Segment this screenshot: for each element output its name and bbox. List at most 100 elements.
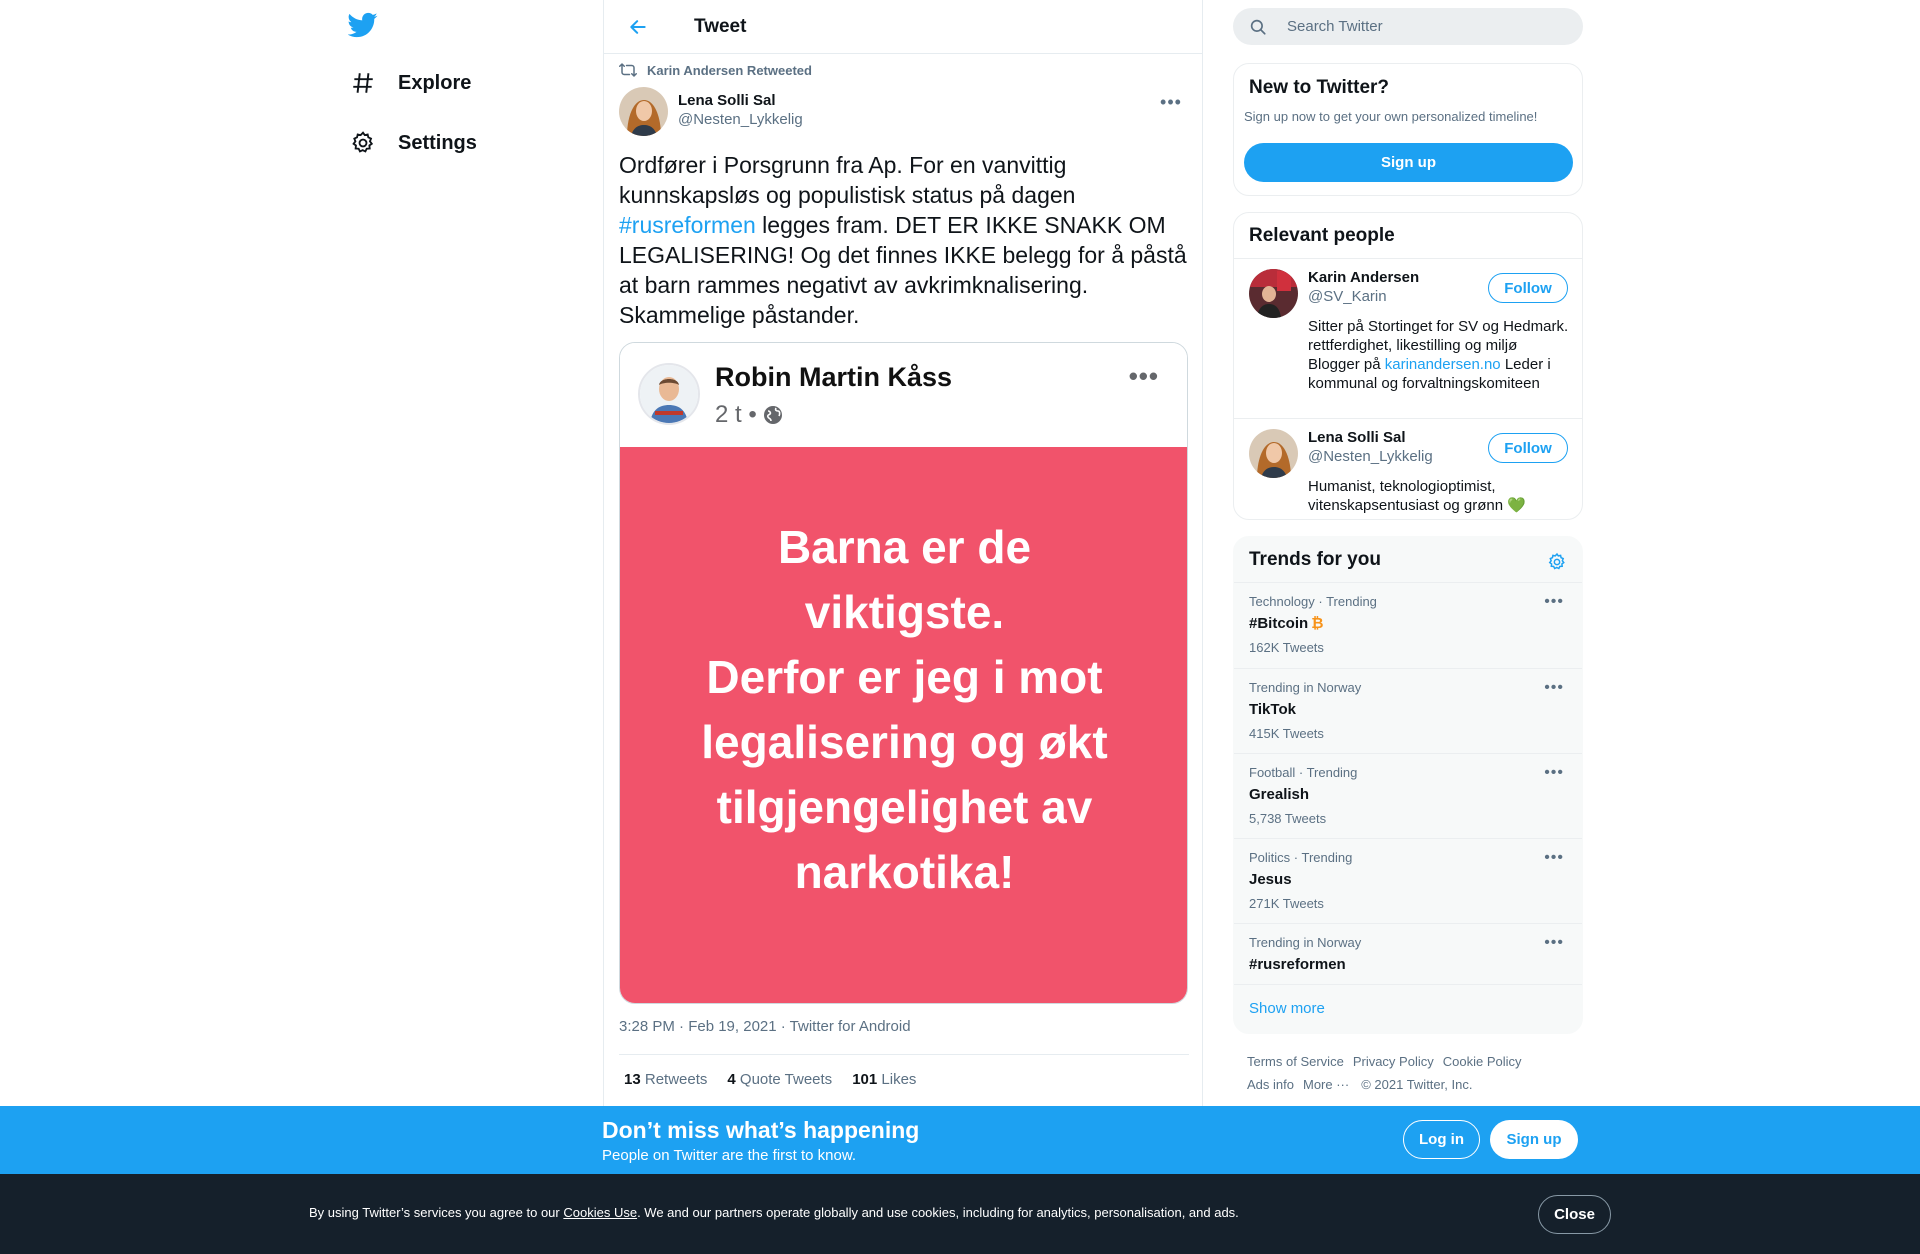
fb-post-text: Barna er de viktigste. Derfor er jeg i m… xyxy=(645,515,1165,905)
trend-item[interactable]: Technology · Trending #Bitcoin ₿ 162K Twe… xyxy=(1234,582,1582,667)
person-handle[interactable]: @Nesten_Lykkelig xyxy=(1308,448,1433,465)
more-options-icon[interactable]: ••• xyxy=(1544,934,1564,952)
search-input[interactable] xyxy=(1287,18,1567,35)
gear-icon[interactable] xyxy=(1544,549,1570,575)
cookie-text-part: By using Twitter’s services you agree to… xyxy=(309,1205,564,1220)
gear-icon xyxy=(348,128,378,158)
person-name[interactable]: Lena Solli Sal xyxy=(1308,429,1406,446)
trend-count: 415K Tweets xyxy=(1249,726,1324,741)
more-options-icon[interactable]: ••• xyxy=(1544,593,1564,611)
retweets-stat[interactable]: 13 Retweets xyxy=(624,1071,707,1088)
quote-tweets-count: 4 xyxy=(727,1071,736,1088)
quote-tweets-label: Quote Tweets xyxy=(739,1071,833,1088)
trend-name: #Bitcoin ₿ xyxy=(1249,615,1323,632)
person-card-lena[interactable]: Lena Solli Sal @Nesten_Lykkelig Follow H… xyxy=(1234,418,1582,518)
tweet-header: Tweet xyxy=(604,0,1202,54)
trend-item[interactable]: Politics · Trending Jesus 271K Tweets ••… xyxy=(1234,838,1582,923)
more-options-icon[interactable]: ••• xyxy=(1544,849,1564,867)
more-options-icon[interactable]: ••• xyxy=(1544,764,1564,782)
twitter-bird-icon[interactable] xyxy=(347,10,382,44)
trend-context: Technology · Trending xyxy=(1249,594,1377,609)
hashtag-link[interactable]: #rusreformen xyxy=(619,212,756,238)
avatar[interactable] xyxy=(1249,269,1298,318)
retweeted-by-label[interactable]: Karin Andersen Retweeted xyxy=(647,63,812,78)
avatar[interactable] xyxy=(1249,429,1298,478)
trend-context: Trending in Norway xyxy=(1249,680,1362,695)
fb-post-body: Barna er de viktigste. Derfor er jeg i m… xyxy=(620,447,1187,1003)
tweet-stats: 13 Retweets 4 Quote Tweets 101 Likes xyxy=(619,1054,1189,1104)
more-link[interactable]: More ··· xyxy=(1303,1077,1349,1092)
sidebar-signup-button[interactable]: Sign up xyxy=(1244,143,1573,182)
hashtag-icon xyxy=(348,68,378,98)
retweets-count: 13 xyxy=(624,1071,641,1088)
trend-name: Grealish xyxy=(1249,786,1310,803)
privacy-link[interactable]: Privacy Policy xyxy=(1353,1054,1434,1069)
more-options-icon[interactable]: ••• xyxy=(1544,679,1564,697)
fb-post-line: Barna er de xyxy=(777,521,1032,573)
tweet-text-part: Ordfører i Porsgrunn fra Ap. For en vanv… xyxy=(619,152,1076,208)
cookie-policy-link[interactable]: Cookie Policy xyxy=(1443,1054,1522,1069)
likes-stat[interactable]: 101 Likes xyxy=(852,1071,916,1088)
trend-context: Politics · Trending xyxy=(1249,850,1353,865)
trend-context: Football · Trending xyxy=(1249,765,1358,780)
nav-explore[interactable]: Explore xyxy=(348,58,471,108)
login-button[interactable]: Log in xyxy=(1403,1120,1480,1159)
page-title: Tweet xyxy=(694,15,747,37)
more-options-icon[interactable]: ••• xyxy=(1153,87,1189,117)
quote-tweets-stat[interactable]: 4 Quote Tweets xyxy=(727,1071,832,1088)
search-box[interactable] xyxy=(1233,8,1583,45)
trend-name: Jesus xyxy=(1249,871,1292,888)
follow-button[interactable]: Follow xyxy=(1488,273,1568,303)
trend-count: 271K Tweets xyxy=(1249,896,1324,911)
globe-icon xyxy=(763,406,782,424)
meta-separator: · xyxy=(776,1018,790,1035)
trend-item[interactable]: Trending in Norway #rusreformen ••• xyxy=(1234,923,1582,985)
trend-name: TikTok xyxy=(1249,701,1296,718)
copyright: © 2021 Twitter, Inc. xyxy=(1361,1077,1473,1092)
show-more-link[interactable]: Show more xyxy=(1249,1000,1325,1017)
tweet-source[interactable]: Twitter for Android xyxy=(790,1018,911,1035)
trend-item[interactable]: Trending in Norway TikTok 415K Tweets ••… xyxy=(1234,668,1582,753)
person-bio: Sitter på Stortinget for SV og Hedmark. … xyxy=(1308,317,1570,393)
search-icon xyxy=(1250,19,1266,35)
author-handle[interactable]: @Nesten_Lykkelig xyxy=(678,111,803,128)
tweet-author: Lena Solli Sal @Nesten_Lykkelig ••• xyxy=(619,87,1189,136)
retweet-context: Karin Andersen Retweeted xyxy=(619,62,812,78)
green-heart-icon: 💚 xyxy=(1507,497,1526,514)
cookie-banner: By using Twitter’s services you agree to… xyxy=(0,1174,1920,1254)
nav-settings-label: Settings xyxy=(398,131,477,154)
new-to-twitter-subtitle: Sign up now to get your own personalized… xyxy=(1244,109,1538,124)
back-button[interactable] xyxy=(620,9,656,45)
person-handle[interactable]: @SV_Karin xyxy=(1308,288,1387,305)
trend-count: 162K Tweets xyxy=(1249,640,1324,655)
close-button[interactable]: Close xyxy=(1538,1195,1611,1234)
new-to-twitter-title: New to Twitter? xyxy=(1249,77,1390,98)
tweet-timestamp[interactable]: 3:28 PM · Feb 19, 2021 xyxy=(619,1018,777,1035)
cookie-text: By using Twitter’s services you agree to… xyxy=(309,1205,1239,1220)
fb-avatar xyxy=(638,363,700,425)
person-bio-link[interactable]: karinandersen.no xyxy=(1385,356,1501,373)
fb-poster-name: Robin Martin Kåss xyxy=(715,362,953,392)
avatar[interactable] xyxy=(619,87,668,136)
terms-link[interactable]: Terms of Service xyxy=(1247,1054,1344,1069)
fb-post-line: Derfor er jeg i mot xyxy=(706,651,1103,703)
trend-count: 5,738 Tweets xyxy=(1249,811,1327,826)
cookies-use-link[interactable]: Cookies Use xyxy=(563,1205,637,1220)
follow-button[interactable]: Follow xyxy=(1488,433,1568,463)
tweet-media-image[interactable]: Robin Martin Kåss 2 t • ••• Barna er de … xyxy=(619,342,1188,1004)
cookie-text-part: . We and our partners operate globally a… xyxy=(637,1205,1239,1220)
person-bio: Humanist, teknologioptimist, vitenskapse… xyxy=(1308,477,1570,515)
dont-miss-title: Don’t miss what’s happening xyxy=(602,1117,920,1143)
fb-post-line: tilgjengelighet av xyxy=(716,781,1093,833)
retweet-icon xyxy=(619,63,637,77)
fb-post-header: Robin Martin Kåss 2 t • ••• xyxy=(620,343,1187,447)
ads-info-link[interactable]: Ads info xyxy=(1247,1077,1294,1092)
signup-button[interactable]: Sign up xyxy=(1490,1120,1578,1159)
nav-settings[interactable]: Settings xyxy=(348,118,477,168)
author-name[interactable]: Lena Solli Sal xyxy=(678,92,803,109)
trend-item[interactable]: Football · Trending Grealish 5,738 Tweet… xyxy=(1234,753,1582,838)
nav-explore-label: Explore xyxy=(398,71,472,94)
person-name[interactable]: Karin Andersen xyxy=(1308,269,1419,286)
trend-name-label: #Bitcoin xyxy=(1249,615,1309,632)
person-card-karin[interactable]: Karin Andersen @SV_Karin Follow Sitter p… xyxy=(1234,258,1582,418)
